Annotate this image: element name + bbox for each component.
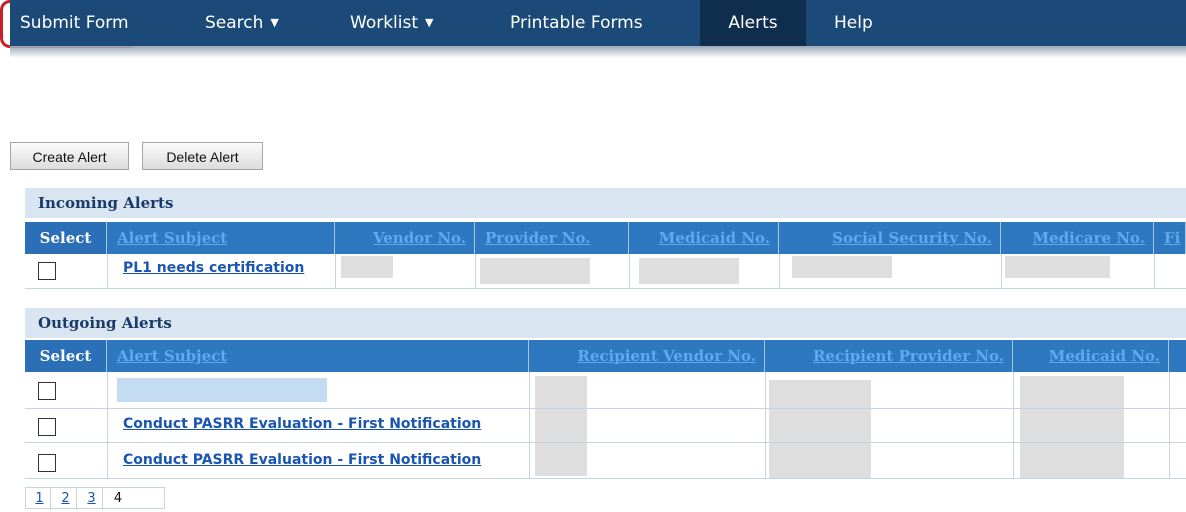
nav-shadow [10, 46, 1186, 58]
table-row [25, 372, 1186, 408]
column-header-medicare-no[interactable]: Medicare No. [1001, 222, 1154, 254]
column-divider [107, 254, 108, 288]
column-header-provider-no[interactable]: Provider No. [475, 222, 629, 254]
redacted-recipient-provider-no [769, 380, 871, 478]
row-select-checkbox[interactable] [38, 262, 56, 280]
column-divider [475, 254, 476, 288]
column-divider [335, 254, 336, 288]
page-link-3[interactable]: 3 [81, 488, 103, 510]
column-header-medicaid-no[interactable]: Medicaid No. [1013, 340, 1169, 372]
row-select-checkbox[interactable] [38, 382, 56, 400]
outgoing-header-row: Select Alert Subject Recipient Vendor No… [25, 340, 1186, 372]
table-row: PL1 needs certification [25, 254, 1186, 288]
chevron-down-icon: ▼ [425, 16, 434, 29]
table-row: Conduct PASRR Evaluation - First Notific… [25, 408, 1186, 442]
column-divider [765, 372, 766, 478]
row-divider [25, 478, 1186, 479]
table-row: Conduct PASRR Evaluation - First Notific… [25, 442, 1186, 478]
redacted-provider-no [480, 258, 590, 284]
redacted-medicaid-no [639, 258, 739, 284]
redacted-recipient-vendor-no [535, 376, 587, 476]
row-divider [25, 288, 1186, 289]
nav-label: Search [205, 13, 264, 33]
nav-worklist-menu[interactable]: Worklist ▼ [350, 0, 434, 46]
redacted-vendor-no [341, 256, 393, 278]
nav-search-menu[interactable]: Search ▼ [205, 0, 279, 46]
chevron-down-icon: ▼ [270, 16, 279, 29]
incoming-alerts-title: Incoming Alerts [25, 188, 1186, 218]
nav-label: Help [834, 13, 873, 33]
row-divider [25, 408, 1186, 409]
column-header-alert-subject[interactable]: Alert Subject [107, 340, 529, 372]
page-link-1[interactable]: 1 [29, 488, 51, 510]
incoming-header-row: Select Alert Subject Vendor No. Provider… [25, 222, 1186, 254]
redacted-ssn [792, 256, 892, 278]
column-divider [1154, 254, 1155, 288]
redacted-medicare-no [1005, 256, 1110, 278]
create-alert-button[interactable]: Create Alert [10, 142, 129, 170]
column-divider [1013, 372, 1014, 478]
column-header-vendor-no[interactable]: Vendor No. [335, 222, 475, 254]
alert-subject-link[interactable]: Conduct PASRR Evaluation - First Notific… [123, 452, 481, 468]
column-header-recipient-vendor-no[interactable]: Recipient Vendor No. [529, 340, 765, 372]
column-divider [1169, 372, 1170, 478]
nav-label: Alerts [728, 13, 778, 33]
page-link-2[interactable]: 2 [55, 488, 77, 510]
nav-submit-form[interactable]: Submit Form [20, 0, 129, 46]
nav-alerts-active[interactable]: Alerts [700, 0, 806, 46]
row-select-checkbox[interactable] [38, 418, 56, 436]
column-header-medicaid-no[interactable]: Medicaid No. [629, 222, 779, 254]
row-divider [25, 442, 1186, 443]
top-nav-bar: Submit Form Search ▼ Worklist ▼ Printable … [10, 0, 1186, 46]
row-select-checkbox[interactable] [38, 454, 56, 472]
pagination: 1 2 3 4 [25, 487, 165, 510]
column-divider [779, 254, 780, 288]
delete-alert-button[interactable]: Delete Alert [142, 142, 263, 170]
column-divider [529, 372, 530, 478]
nav-help[interactable]: Help [834, 0, 873, 46]
column-divider [629, 254, 630, 288]
alert-subject-link[interactable]: PL1 needs certification [123, 260, 304, 276]
redacted-alert-subject [117, 378, 327, 402]
outgoing-alerts-title: Outgoing Alerts [25, 308, 1186, 338]
column-divider [1001, 254, 1002, 288]
page-current: 4 [113, 491, 123, 506]
column-header-alert-subject[interactable]: Alert Subject [107, 222, 335, 254]
nav-label: Worklist [350, 13, 419, 33]
nav-printable-forms[interactable]: Printable Forms [510, 0, 643, 46]
redacted-medicaid-no [1020, 376, 1124, 478]
nav-label: Submit Form [20, 13, 129, 33]
alert-subject-link[interactable]: Conduct PASRR Evaluation - First Notific… [123, 416, 481, 432]
column-divider [107, 372, 108, 478]
column-header-select: Select [25, 222, 107, 254]
nav-label: Printable Forms [510, 13, 643, 33]
column-header-truncated[interactable]: Fi [1154, 222, 1186, 254]
column-header-recipient-provider-no[interactable]: Recipient Provider No. [765, 340, 1013, 372]
column-header-social-security-no[interactable]: Social Security No. [779, 222, 1001, 254]
column-header-select: Select [25, 340, 107, 372]
